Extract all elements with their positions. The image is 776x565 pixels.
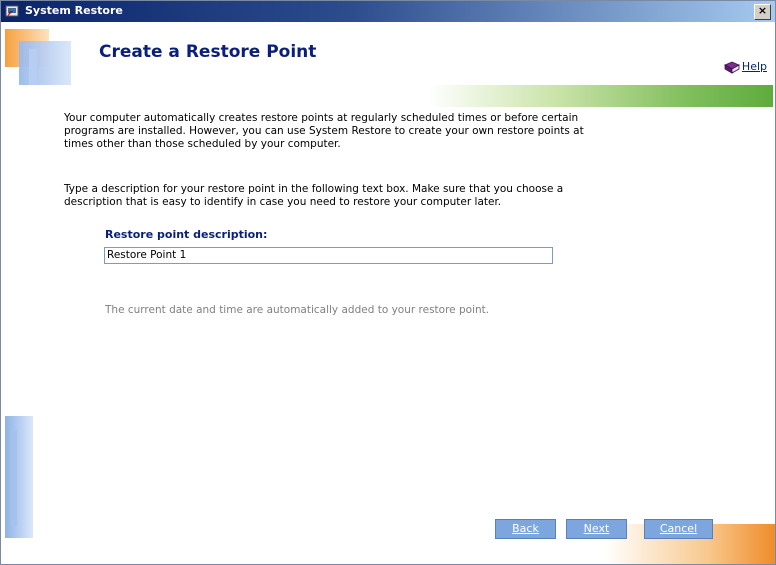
system-restore-window: System Restore × Create a Restore Point … bbox=[0, 0, 776, 565]
next-button-label: Next bbox=[583, 522, 610, 535]
system-restore-icon bbox=[5, 5, 19, 17]
next-button[interactable]: Next bbox=[566, 519, 627, 539]
title-bar[interactable]: System Restore × bbox=[1, 1, 775, 22]
cancel-button-label: Cancel bbox=[659, 522, 698, 535]
cancel-button[interactable]: Cancel bbox=[644, 519, 713, 539]
help-link[interactable]: Help bbox=[724, 60, 767, 74]
back-button[interactable]: Back bbox=[495, 519, 556, 539]
close-button[interactable]: × bbox=[754, 4, 771, 20]
instruction-paragraph: Type a description for your restore poin… bbox=[64, 183, 564, 208]
restore-point-description-input[interactable]: Restore Point 1 bbox=[104, 247, 553, 264]
header-decoration bbox=[5, 29, 71, 85]
description-label: Restore point description: bbox=[105, 228, 268, 241]
page-title: Create a Restore Point bbox=[99, 42, 317, 62]
intro-paragraph: Your computer automatically creates rest… bbox=[64, 112, 584, 150]
side-decoration bbox=[5, 416, 33, 538]
window-title: System Restore bbox=[25, 4, 123, 17]
header-divider bbox=[5, 85, 773, 107]
help-book-icon bbox=[724, 61, 740, 74]
date-time-hint: The current date and time are automatica… bbox=[105, 304, 490, 316]
help-link-label[interactable]: Help bbox=[742, 60, 767, 73]
back-button-label: Back bbox=[512, 522, 539, 535]
